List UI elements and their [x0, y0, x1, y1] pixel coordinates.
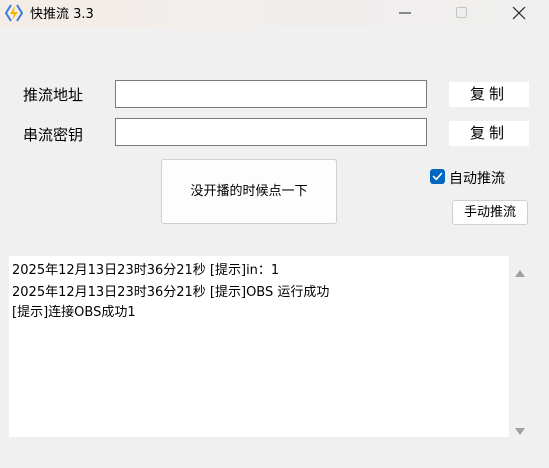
- log-line: [提示]连接OBS成功1: [12, 305, 136, 320]
- stream-key-label: 串流密钥: [23, 126, 84, 144]
- minimize-icon: [399, 12, 411, 14]
- log-line: 2025年12月13日23时36分21秒 [提示]in：1: [12, 263, 280, 278]
- push-address-label: 推流地址: [23, 86, 84, 104]
- push-address-input[interactable]: [115, 80, 427, 108]
- maximize-button[interactable]: [438, 0, 484, 28]
- copy-push-address-button[interactable]: 复制: [449, 82, 529, 107]
- maximize-icon: [456, 7, 467, 18]
- window-title: 快推流 3.3: [30, 7, 94, 22]
- minimize-button[interactable]: [382, 0, 428, 28]
- close-button[interactable]: [496, 0, 542, 28]
- log-line: 2025年12月13日23时36分21秒 [提示]OBS 运行成功: [12, 285, 330, 300]
- lightning-bolt-icon: [5, 4, 23, 22]
- auto-push-checkbox[interactable]: [430, 169, 445, 184]
- copy-stream-key-button[interactable]: 复制: [449, 121, 529, 146]
- scroll-up-arrow-icon[interactable]: [514, 263, 526, 282]
- manual-push-button[interactable]: 手动推流: [452, 200, 528, 225]
- title-bar[interactable]: 快推流 3.3: [0, 0, 549, 28]
- log-panel[interactable]: 2025年12月13日23时36分21秒 [提示]in：1 2025年12月13…: [9, 256, 509, 437]
- not-live-button[interactable]: 没开播的时候点一下: [161, 159, 337, 224]
- stream-key-input[interactable]: [115, 118, 427, 146]
- auto-push-label[interactable]: 自动推流: [449, 168, 505, 188]
- checkmark-icon: [432, 172, 443, 181]
- scroll-down-arrow-icon[interactable]: [514, 422, 526, 441]
- close-icon: [512, 7, 526, 20]
